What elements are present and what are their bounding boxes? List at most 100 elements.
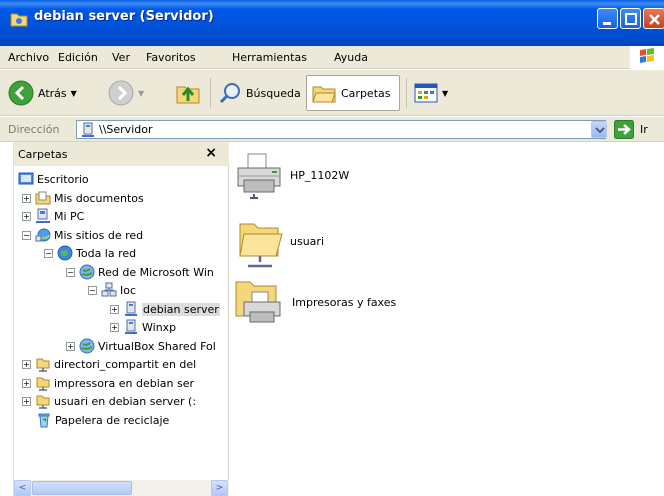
expand-icon[interactable]: + [22,211,31,221]
go-arrow-icon [614,120,634,139]
expand-icon[interactable]: + [110,322,119,332]
documents-folder-icon [35,191,51,205]
go-button[interactable] [614,120,634,139]
tree-item-toda-la-red[interactable]: − Toda la red [44,244,136,262]
menu-ver[interactable]: Ver [112,51,130,64]
collapse-icon[interactable]: − [22,230,31,240]
search-icon [219,83,240,104]
expand-icon[interactable]: + [22,359,31,369]
menu-bar: Archivo Edición Ver Favoritos Herramient… [0,46,664,69]
scroll-left-button[interactable]: < [14,480,31,496]
address-dropdown-button[interactable] [591,121,607,138]
item-label: HP_1102W [290,168,350,182]
address-input[interactable]: \\Servidor [76,120,606,139]
minimize-button[interactable] [597,8,618,29]
pane-edge [0,142,14,496]
folder-pane-title: Carpetas [18,148,68,161]
expand-icon[interactable]: + [110,304,119,314]
item-usuari-share[interactable]: usuari [236,214,324,268]
back-arrow-icon [8,80,34,106]
tree-item-virtualbox[interactable]: + VirtualBox Shared Fol [66,337,216,355]
tree-item-mis-documentos[interactable]: + Mis documentos [22,189,144,207]
toolbar: Atrás ▼ ▼ Búsqueda Carpetas ▼ [0,70,664,116]
menu-edicion[interactable]: Edición [58,51,98,64]
expand-icon[interactable]: + [22,396,31,406]
toolbar-separator [210,78,211,108]
maximize-button[interactable] [620,8,641,29]
server-icon [82,122,94,137]
collapse-icon[interactable]: − [44,248,53,258]
address-label: Dirección [8,123,60,136]
network-places-icon [35,228,51,242]
tree-item-red-de-microsoft[interactable]: − Red de Microsoft Win [66,263,214,281]
tree-item-usuari[interactable]: + usuari en debian server (: [22,392,196,410]
tree-item-label: Escritorio [37,172,89,186]
search-button[interactable]: Búsqueda [214,75,305,111]
up-folder-icon [176,86,200,104]
desktop-icon [18,172,34,185]
menu-herramientas[interactable]: Herramientas [232,51,307,64]
back-dropdown-icon[interactable]: ▼ [71,89,77,98]
tree-item-directori-compartit[interactable]: + directori_compartit en del [22,355,196,373]
network-share-icon [36,395,50,409]
expand-icon[interactable]: + [66,341,75,351]
tree-item-label: Mi PC [54,209,85,223]
views-dropdown-icon[interactable]: ▼ [442,89,448,98]
folder-pane-close-button[interactable]: × [205,145,217,161]
network-globe-icon [79,338,95,354]
views-icon [414,83,438,103]
item-impresoras-y-faxes[interactable]: Impresoras y faxes [234,276,396,328]
collapse-icon[interactable]: − [66,267,75,277]
folder-icon [10,13,28,27]
tree-item-label: debian server [142,302,220,316]
scroll-thumb[interactable] [32,481,132,495]
tree-item-escritorio[interactable]: Escritorio [18,170,89,188]
forward-dropdown-icon[interactable]: ▼ [138,89,144,98]
shared-folder-icon [239,223,283,268]
folder-pane-header: Carpetas × [14,142,229,166]
printer-icon [237,153,281,199]
title-bar: debian server (Servidor) [0,0,664,46]
address-value: \\Servidor [99,123,153,136]
views-button[interactable]: ▼ [410,75,452,111]
printers-folder-icon [235,281,281,323]
close-button[interactable] [643,8,664,29]
folders-button[interactable]: Carpetas [306,75,400,111]
menu-archivo[interactable]: Archivo [8,51,49,64]
back-button[interactable]: Atrás ▼ [4,75,81,111]
tree-item-papelera[interactable]: Papelera de reciclaje [36,411,169,429]
tree-item-impressora[interactable]: + impressora en debian ser [22,374,194,392]
tree-item-winxp[interactable]: + Winxp [110,318,176,336]
forward-button[interactable]: ▼ [104,75,148,111]
scroll-right-button[interactable]: > [211,480,228,496]
folders-label: Carpetas [341,86,391,100]
network-share-icon [36,358,50,372]
expand-icon[interactable]: + [22,193,31,203]
tree-item-debian-server[interactable]: + debian server [110,300,220,318]
folders-icon [312,86,336,103]
horizontal-scrollbar[interactable]: < > [14,480,229,496]
windows-logo-icon [630,46,664,69]
tree-item-label: Mis sitios de red [54,228,144,242]
workgroup-icon [101,282,117,297]
menu-ayuda[interactable]: Ayuda [334,51,368,64]
up-folder-button[interactable] [170,75,206,111]
collapse-icon[interactable]: − [88,285,97,295]
tree-item-mis-sitios-de-red[interactable]: − Mis sitios de red [22,226,143,244]
tree-item-ioc[interactable]: − Ioc [88,281,136,299]
window-title: debian server (Servidor) [34,9,214,24]
menu-favoritos[interactable]: Favoritos [146,51,196,64]
tree-item-label: Winxp [142,320,177,334]
tree-item-label: impressora en debian ser [54,376,195,390]
content-area: HP_1102W usuari Impresoras y faxes [230,142,664,496]
tree-item-label: Toda la red [76,246,137,260]
network-globe-icon [79,264,95,280]
item-label: usuari [290,234,324,248]
expand-icon[interactable]: + [22,378,31,388]
tree-item-mi-pc[interactable]: + Mi PC [22,207,84,225]
item-label: Impresoras y faxes [292,295,397,309]
item-hp-printer[interactable]: HP_1102W [234,150,349,200]
server-icon [125,319,137,334]
go-label[interactable]: Ir [640,123,648,136]
network-share-icon [36,377,50,391]
